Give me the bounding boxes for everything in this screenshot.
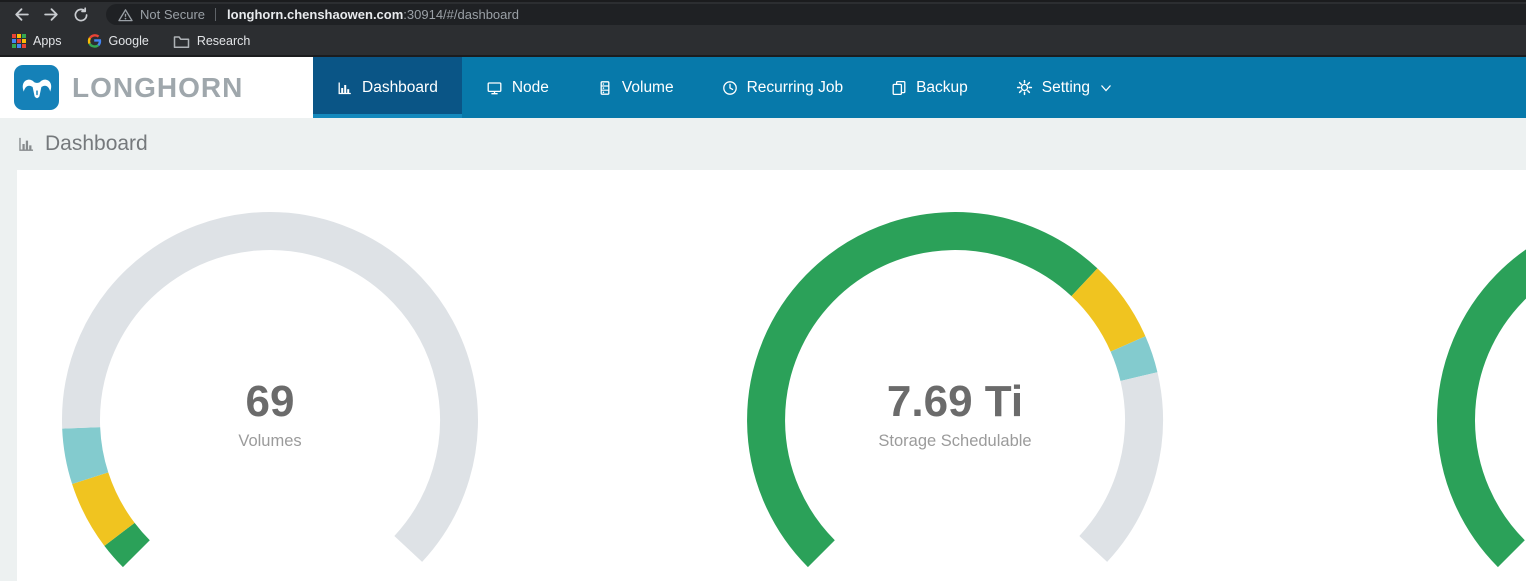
nav-label: Node: [511, 78, 549, 96]
url-text: longhorn.chenshaowen.com:30914/#/dashboa…: [227, 7, 519, 22]
chevron-down-icon: [1101, 84, 1112, 91]
bookmarks-bar: Apps Google Research: [0, 27, 1526, 57]
bookmark-apps[interactable]: Apps: [12, 34, 62, 48]
gauge-partial-right: [1425, 200, 1526, 581]
bar-chart-icon: [338, 82, 351, 94]
app-header: LONGHORN Dashboard Node Volume Recurring…: [0, 57, 1526, 118]
gear-icon: [1016, 79, 1032, 96]
copy-icon: [892, 80, 906, 95]
bar-chart-icon: [19, 137, 34, 151]
back-arrow-icon: [14, 8, 29, 21]
clock-icon: [722, 80, 737, 95]
brand-name: LONGHORN: [72, 71, 244, 103]
folder-icon: [173, 35, 190, 48]
nav-label: Volume: [621, 78, 674, 96]
forward-button[interactable]: [40, 4, 62, 26]
apps-grid-icon: [12, 34, 26, 48]
gauge-label: Volumes: [238, 432, 301, 450]
nav-label: Recurring Job: [746, 78, 844, 96]
nav-item-node[interactable]: Node: [462, 57, 573, 118]
brand-area[interactable]: LONGHORN: [0, 57, 313, 118]
bookmark-research-folder[interactable]: Research: [173, 34, 251, 49]
nav-item-dashboard[interactable]: Dashboard: [313, 57, 462, 118]
url-bar[interactable]: Not Secure longhorn.chenshaowen.com:3091…: [106, 4, 1526, 25]
nav-label: Dashboard: [362, 78, 438, 96]
nav-item-recurring-job[interactable]: Recurring Job: [698, 57, 868, 118]
reload-button[interactable]: [70, 4, 92, 26]
page-title: Dashboard: [45, 132, 148, 155]
browser-chrome: Not Secure longhorn.chenshaowen.com:3091…: [0, 0, 1526, 57]
dashboard-card: 69 Volumes 7.69 Ti Storage Schedulable: [17, 170, 1526, 581]
url-host: longhorn.chenshaowen.com: [227, 7, 404, 22]
back-button[interactable]: [10, 4, 32, 26]
nav-item-setting[interactable]: Setting: [992, 57, 1136, 118]
google-icon: [87, 34, 101, 48]
page-title-row: Dashboard: [0, 118, 1526, 170]
gauge-label: Storage Schedulable: [878, 432, 1031, 450]
gauge-value: 7.69 Ti: [887, 377, 1023, 426]
database-icon: [600, 80, 610, 95]
gauge-storage-schedulable: 7.69 Ti Storage Schedulable: [735, 200, 1175, 581]
main-nav: Dashboard Node Volume Recurring Job Back…: [313, 57, 1136, 118]
nav-label: Backup: [916, 78, 968, 96]
security-label: Not Secure: [140, 7, 206, 22]
longhorn-logo-icon: [14, 65, 59, 110]
bookmark-label: Apps: [33, 34, 62, 48]
gauge-volumes: 69 Volumes: [50, 200, 490, 581]
bookmark-google[interactable]: Google: [86, 33, 149, 49]
omnibox-divider: [215, 8, 217, 21]
gauge-value: 69: [246, 377, 295, 426]
monitor-icon: [487, 81, 502, 94]
nav-item-volume[interactable]: Volume: [573, 57, 698, 118]
reload-icon: [74, 6, 88, 21]
url-path: :30914/#/dashboard: [403, 7, 519, 22]
nav-label: Setting: [1041, 78, 1091, 96]
nav-item-backup[interactable]: Backup: [867, 57, 992, 118]
bookmark-label: Research: [196, 34, 251, 48]
browser-toolbar: Not Secure longhorn.chenshaowen.com:3091…: [0, 2, 1526, 27]
bull-head-icon: [22, 79, 51, 98]
warning-triangle-icon: [118, 8, 133, 21]
forward-arrow-icon: [43, 8, 58, 21]
bookmark-label: Google: [108, 34, 149, 48]
